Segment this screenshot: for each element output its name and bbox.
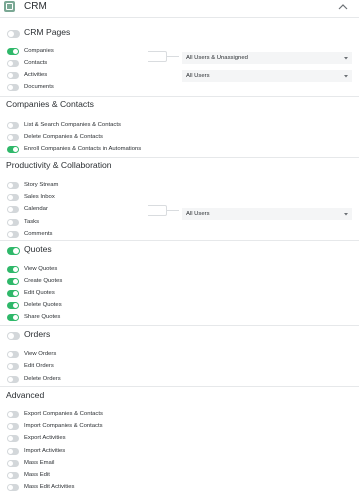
label-sales-inbox: Sales Inbox xyxy=(24,194,55,200)
label-documents: Documents xyxy=(24,84,54,90)
label-import-companies: Import Companies & Contacts xyxy=(24,423,103,429)
label-companies: Companies xyxy=(24,48,54,54)
select-value: All Users xyxy=(186,73,210,79)
toggle-mass-edit[interactable] xyxy=(7,472,19,479)
section-divider xyxy=(0,325,359,326)
section-divider xyxy=(0,386,359,387)
toggle-view-orders[interactable] xyxy=(7,351,19,358)
section-title-companies-contacts: Companies & Contacts xyxy=(6,99,94,109)
toggle-export-activities[interactable] xyxy=(7,435,19,442)
section-title-productivity: Productivity & Collaboration xyxy=(6,160,112,170)
label-delete-companies: Delete Companies & Contacts xyxy=(24,134,103,140)
productivity-visibility-select[interactable]: All Users xyxy=(182,208,352,220)
section-title-quotes: Quotes xyxy=(24,244,52,254)
label-export-activities: Export Activities xyxy=(24,435,66,441)
group-bracket xyxy=(148,205,179,216)
label-mass-edit: Mass Edit xyxy=(24,472,50,478)
crm-pages-toggle[interactable] xyxy=(7,30,20,38)
label-comments: Comments xyxy=(24,231,53,237)
toggle-story-stream[interactable] xyxy=(7,182,19,189)
section-title-crm-pages: CRM Pages xyxy=(24,27,71,37)
label-delete-quotes: Delete Quotes xyxy=(24,302,62,308)
section-title-advanced: Advanced xyxy=(6,390,45,400)
toggle-export-companies[interactable] xyxy=(7,411,19,418)
toggle-delete-quotes[interactable] xyxy=(7,302,19,309)
label-share-quotes: Share Quotes xyxy=(24,314,61,320)
toggle-mass-email[interactable] xyxy=(7,460,19,467)
label-delete-orders: Delete Orders xyxy=(24,376,61,382)
section-divider xyxy=(0,157,359,158)
toggle-enroll-automations[interactable] xyxy=(7,146,19,153)
toggle-list-search[interactable] xyxy=(7,122,19,129)
orders-toggle[interactable] xyxy=(7,332,20,340)
toggle-contacts[interactable] xyxy=(7,60,19,67)
section-divider xyxy=(0,240,359,241)
toggle-create-quotes[interactable] xyxy=(7,278,19,285)
label-story-stream: Story Stream xyxy=(24,182,59,188)
label-view-orders: View Orders xyxy=(24,351,57,357)
label-tasks: Tasks xyxy=(24,219,40,225)
toggle-documents[interactable] xyxy=(7,84,19,91)
toggle-view-quotes[interactable] xyxy=(7,266,19,273)
label-enroll-automations: Enroll Companies & Contacts in Automatio… xyxy=(24,146,142,152)
contacts-visibility-select[interactable]: All Users xyxy=(182,70,352,82)
section-title-orders: Orders xyxy=(24,329,51,339)
chevron-down-icon xyxy=(344,213,348,216)
label-mass-edit-activities: Mass Edit Activities xyxy=(24,484,75,490)
page-title: CRM xyxy=(24,1,47,12)
chevron-up-icon[interactable] xyxy=(337,1,349,13)
toggle-mass-edit-activities[interactable] xyxy=(7,484,19,491)
label-mass-email: Mass Email xyxy=(24,460,55,466)
select-value: All Users xyxy=(186,211,210,217)
header-divider xyxy=(0,17,359,18)
toggle-companies[interactable] xyxy=(7,48,19,55)
label-contacts: Contacts xyxy=(24,60,48,66)
label-list-search: List & Search Companies & Contacts xyxy=(24,122,121,128)
toggle-import-activities[interactable] xyxy=(7,448,19,455)
toggle-sales-inbox[interactable] xyxy=(7,194,19,201)
label-create-quotes: Create Quotes xyxy=(24,278,63,284)
label-calendar: Calendar xyxy=(24,206,48,212)
toggle-share-quotes[interactable] xyxy=(7,314,19,321)
companies-visibility-select[interactable]: All Users & Unassigned xyxy=(182,52,352,64)
group-bracket xyxy=(148,51,179,62)
toggle-tasks[interactable] xyxy=(7,219,19,226)
chevron-down-icon xyxy=(344,57,348,60)
toggle-edit-orders[interactable] xyxy=(7,363,19,370)
toggle-activities[interactable] xyxy=(7,72,19,79)
label-edit-quotes: Edit Quotes xyxy=(24,290,55,296)
crm-app-icon xyxy=(4,1,15,12)
select-value: All Users & Unassigned xyxy=(186,55,248,61)
section-divider xyxy=(0,96,359,97)
label-edit-orders: Edit Orders xyxy=(24,363,54,369)
toggle-delete-orders[interactable] xyxy=(7,376,19,383)
label-activities: Activities xyxy=(24,72,48,78)
toggle-calendar[interactable] xyxy=(7,206,19,213)
label-export-companies: Export Companies & Contacts xyxy=(24,411,103,417)
toggle-import-companies[interactable] xyxy=(7,423,19,430)
toggle-comments[interactable] xyxy=(7,231,19,238)
label-view-quotes: View Quotes xyxy=(24,266,58,272)
toggle-delete-companies[interactable] xyxy=(7,134,19,141)
quotes-toggle[interactable] xyxy=(7,247,20,255)
label-import-activities: Import Activities xyxy=(24,448,66,454)
chevron-down-icon xyxy=(344,75,348,78)
toggle-edit-quotes[interactable] xyxy=(7,290,19,297)
